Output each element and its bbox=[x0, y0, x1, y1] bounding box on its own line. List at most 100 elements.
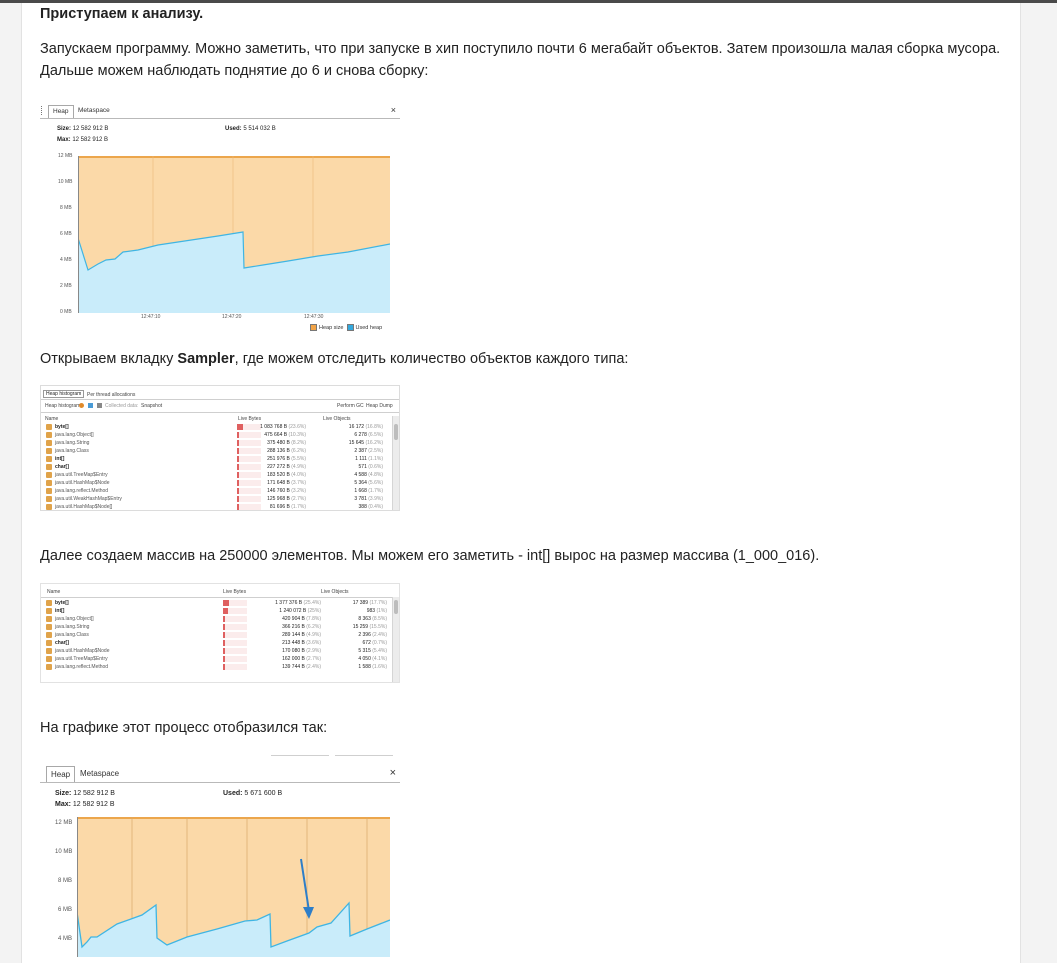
paragraph-3: Далее создаем массив на 250000 элементов… bbox=[40, 548, 820, 564]
sampler-screenshot-1: Heap histogram Per thread allocations He… bbox=[40, 385, 400, 511]
perform-gc-button[interactable]: Perform GC bbox=[337, 403, 364, 409]
col-live-objects[interactable]: Live Objects bbox=[323, 416, 351, 422]
heap-tabs: Heap Metaspace × bbox=[40, 765, 400, 783]
live-bytes: 125 968 B (2.7%) bbox=[267, 496, 306, 502]
bytes-bar-track bbox=[237, 464, 261, 470]
tab-metaspace[interactable]: Metaspace bbox=[74, 105, 114, 117]
table-row[interactable]: java.util.TreeMap$Entry 162 000 B (2.7%) 4… bbox=[41, 655, 391, 663]
tab-heap-histogram[interactable]: Heap histogram bbox=[43, 390, 85, 398]
class-name: java.lang.String bbox=[55, 440, 90, 446]
class-icon bbox=[46, 456, 52, 462]
close-icon[interactable]: × bbox=[390, 765, 396, 782]
table-row[interactable]: java.lang.Class 288 136 B (6.2%) 2 387 (2.… bbox=[41, 447, 391, 455]
heap-max-readout: Max: 12 582 912 B bbox=[55, 801, 115, 808]
paragraph-2-post: , где можем отследить количество объекто… bbox=[234, 351, 629, 367]
col-name[interactable]: Name bbox=[47, 589, 60, 595]
tab-per-thread[interactable]: Per thread allocations bbox=[87, 392, 135, 398]
live-objects: 8 363 (8.5%) bbox=[358, 616, 387, 622]
settings-icon[interactable] bbox=[88, 403, 93, 408]
live-objects: 672 (0.7%) bbox=[362, 640, 387, 646]
y-tick-4mb: 4 MB bbox=[60, 257, 72, 263]
y-tick-0mb: 0 MB bbox=[60, 309, 72, 315]
heap-size-swatch bbox=[310, 324, 317, 331]
snapshot-button[interactable]: Snapshot bbox=[141, 403, 162, 409]
heap-chart-screenshot-2: Heap Metaspace × Size: 12 582 912 B Max:… bbox=[40, 765, 400, 957]
table-row[interactable]: int[] 251 976 B (5.5%) 1 111 (1.1%) bbox=[41, 455, 391, 463]
tab-heap[interactable]: Heap bbox=[46, 766, 76, 782]
live-bytes: 146 760 B (3.2%) bbox=[267, 488, 306, 494]
col-name[interactable]: Name bbox=[45, 416, 58, 422]
y-tick-8mb: 8 MB bbox=[58, 878, 73, 884]
max-label: Max: bbox=[57, 137, 71, 143]
heap-max-readout: Max: 12 582 912 B bbox=[57, 137, 108, 143]
scrollbar[interactable] bbox=[392, 416, 399, 510]
table-row[interactable]: java.util.TreeMap$Entry 183 520 B (4.0%) 4… bbox=[41, 471, 391, 479]
save-icon[interactable] bbox=[97, 403, 102, 408]
table-row[interactable]: java.lang.Object[] 420 904 B (7.8%) 8 363 … bbox=[41, 615, 391, 623]
y-tick-10mb: 10 MB bbox=[55, 849, 73, 855]
used-value: 5 671 600 B bbox=[244, 790, 283, 797]
live-objects: 4 588 (4.8%) bbox=[354, 472, 383, 478]
decorative-rule bbox=[271, 755, 329, 756]
class-name: byte[] bbox=[55, 424, 69, 430]
close-icon[interactable]: × bbox=[391, 104, 396, 117]
bytes-bar-track bbox=[237, 504, 261, 510]
table-row[interactable]: java.lang.Object[] 475 664 B (10.3%) 6 278… bbox=[41, 431, 391, 439]
bytes-bar-track bbox=[237, 424, 261, 430]
class-name: char[] bbox=[55, 640, 69, 646]
live-objects: 6 278 (6.5%) bbox=[354, 432, 383, 438]
scrollbar[interactable] bbox=[392, 597, 399, 682]
heap-dump-button[interactable]: Heap Dump bbox=[366, 403, 393, 409]
decorative-rule bbox=[335, 755, 393, 756]
table-row[interactable]: char[] 227 272 B (4.9%) 571 (0.6%) bbox=[41, 463, 391, 471]
live-objects: 4 050 (4.1%) bbox=[358, 656, 387, 662]
heap-chart-plot bbox=[77, 817, 390, 957]
scrollbar-thumb[interactable] bbox=[394, 424, 398, 440]
tab-heap[interactable]: Heap bbox=[48, 105, 74, 118]
live-bytes: 81 696 B (1.7%) bbox=[269, 504, 306, 510]
heap-size-readout: Size: 12 582 912 B bbox=[57, 126, 108, 132]
class-icon bbox=[46, 504, 52, 510]
histogram-label: Heap histogram bbox=[45, 403, 81, 409]
bytes-bar-track bbox=[223, 632, 247, 638]
tab-metaspace[interactable]: Metaspace bbox=[76, 766, 123, 778]
x-tick-2: 12:47:20 bbox=[222, 314, 242, 320]
table-row[interactable]: java.lang.String 375 480 B (8.2%) 15 645 (… bbox=[41, 439, 391, 447]
col-live-bytes[interactable]: Live Bytes bbox=[223, 589, 246, 595]
live-bytes: 366 216 B (6.2%) bbox=[282, 624, 321, 630]
x-tick-1: 12:47:10 bbox=[141, 314, 161, 320]
table-row[interactable]: java.util.HashMap$Node 170 080 B (2.9%) 5 … bbox=[41, 647, 391, 655]
divider bbox=[41, 597, 399, 598]
class-icon bbox=[46, 432, 52, 438]
table-row[interactable]: java.lang.reflect.Method 139 744 B (2.4%)… bbox=[41, 663, 391, 671]
class-icon bbox=[46, 664, 52, 670]
class-icon bbox=[46, 632, 52, 638]
class-icon bbox=[46, 624, 52, 630]
refresh-icon[interactable] bbox=[79, 403, 84, 408]
table-row[interactable]: java.lang.reflect.Method 146 760 B (3.2%)… bbox=[41, 487, 391, 495]
live-objects: 15 645 (16.2%) bbox=[348, 440, 383, 446]
bytes-bar-track bbox=[237, 456, 261, 462]
table-row[interactable]: byte[] 1 083 768 B (23.6%) 16 172 (16.8%) bbox=[41, 423, 391, 431]
sampler-term: Sampler bbox=[177, 351, 235, 367]
col-live-objects[interactable]: Live Objects bbox=[321, 589, 349, 595]
max-value: 12 582 912 B bbox=[72, 137, 109, 143]
table-row[interactable]: java.util.WeakHashMap$Entry 125 968 B (2.… bbox=[41, 495, 391, 503]
bytes-bar-track bbox=[223, 600, 247, 606]
table-row[interactable]: int[] 1 240 072 B (25%) 983 (1%) bbox=[41, 607, 391, 615]
heap-chart-plot bbox=[78, 156, 390, 313]
col-live-bytes[interactable]: Live Bytes bbox=[238, 416, 261, 422]
scrollbar-thumb[interactable] bbox=[394, 600, 398, 614]
table-row[interactable]: java.util.HashMap$Node 171 648 B (3.7%) 5 … bbox=[41, 479, 391, 487]
table-row[interactable]: char[] 213 448 B (3.6%) 672 (0.7%) bbox=[41, 639, 391, 647]
used-value: 5 514 032 B bbox=[243, 126, 276, 132]
live-objects: 3 781 (3.9%) bbox=[354, 496, 383, 502]
bytes-bar-track bbox=[237, 440, 261, 446]
used-heap-swatch bbox=[346, 324, 354, 331]
table-row[interactable]: byte[] 1 377 376 B (25.4%) 17 389 (17.7%) bbox=[41, 599, 391, 607]
table-row[interactable]: java.lang.String 366 216 B (6.2%) 15 259 (… bbox=[41, 623, 391, 631]
table-row[interactable]: java.lang.Class 289 144 B (4.9%) 2 396 (2.… bbox=[41, 631, 391, 639]
paragraph-2: Открываем вкладку Sampler, где можем отс… bbox=[40, 348, 628, 370]
heap-tabs: Heap Metaspace × bbox=[40, 104, 400, 119]
table-row[interactable]: java.util.HashMap$Node[] 81 696 B (1.7%) 3… bbox=[41, 503, 391, 510]
